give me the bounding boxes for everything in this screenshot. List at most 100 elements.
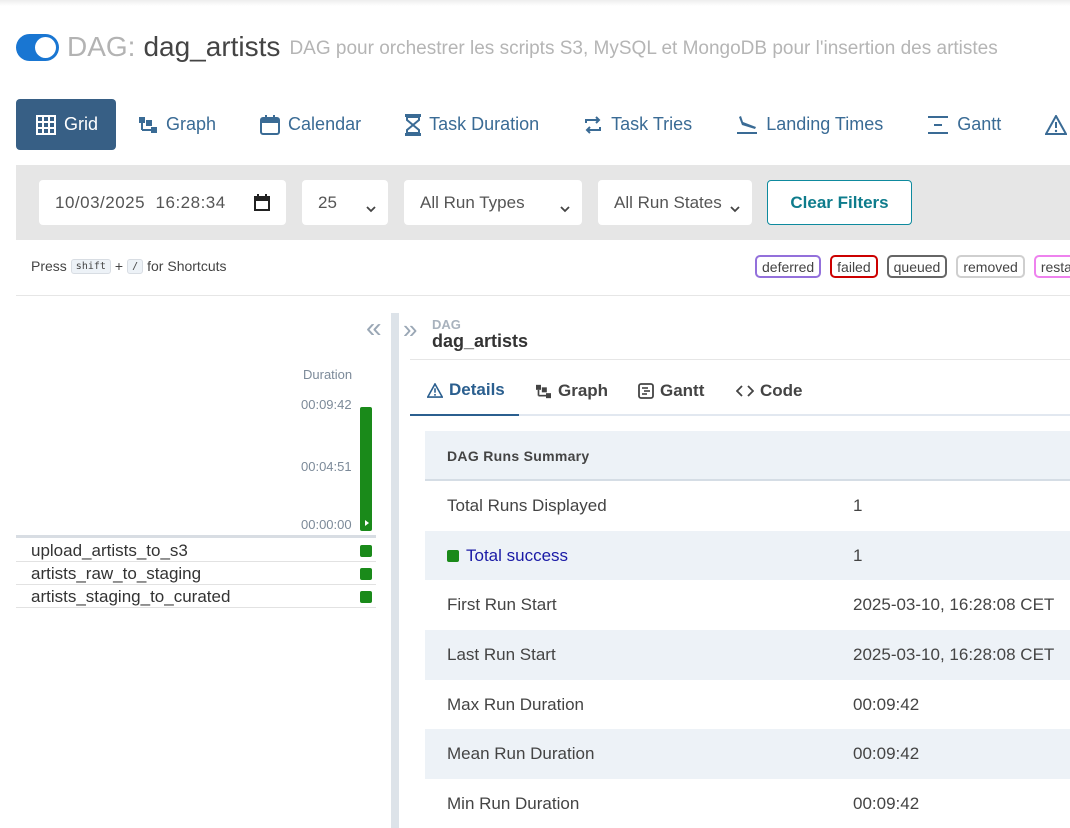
tab-task-tries[interactable]: Task Tries <box>561 99 714 150</box>
dag-prefix: DAG: <box>67 31 136 62</box>
gantt-icon <box>927 115 949 135</box>
filter-bar: 10/03/2025 16:28:34 25 All Run Types All… <box>16 165 1070 240</box>
run-state-select[interactable]: All Run States <box>598 180 752 225</box>
task-row[interactable]: artists_staging_to_curated <box>16 585 376 608</box>
tab-details-panel[interactable]: Details <box>410 366 519 416</box>
expand-details-icon[interactable]: » <box>403 316 417 342</box>
task-instance-success[interactable] <box>360 568 372 580</box>
task-instance-success[interactable] <box>360 545 372 557</box>
legend-removed[interactable]: removed <box>956 255 1025 278</box>
tab-gantt-label: Gantt <box>957 114 1002 134</box>
code-icon <box>736 385 754 397</box>
shortcuts-prefix: Press <box>31 258 67 274</box>
graph-icon <box>138 116 158 134</box>
row-label: Last Run Start <box>447 645 556 665</box>
table-row: First Run Start 2025-03-10, 16:28:08 CET <box>425 580 1070 630</box>
duration-tick-max: 00:09:42 <box>301 397 352 412</box>
duration-tick-zero: 00:00:00 <box>301 517 352 532</box>
row-value: 2025-03-10, 16:28:08 CET <box>853 645 1055 665</box>
base-date-input[interactable]: 10/03/2025 16:28:34 <box>39 180 286 225</box>
success-filter-link[interactable]: Total success <box>466 546 568 566</box>
tab-details[interactable]: De <box>1023 99 1070 150</box>
task-row[interactable]: artists_raw_to_staging <box>16 562 376 585</box>
run-duration-bar[interactable] <box>360 407 372 531</box>
collapse-grid-icon[interactable]: « <box>366 314 382 342</box>
breadcrumb-dag-name[interactable]: dag_artists <box>432 331 528 352</box>
tab-code-panel-label: Code <box>760 381 803 400</box>
shortcuts-suffix: for Shortcuts <box>147 258 227 274</box>
grid-icon <box>36 114 56 135</box>
legend-deferred[interactable]: deferred <box>755 255 822 278</box>
row-label: Mean Run Duration <box>447 744 595 764</box>
dag-runs-summary-table: DAG Runs Summary Total Runs Displayed 1 … <box>425 431 1070 828</box>
row-label: Total Runs Displayed <box>447 496 607 515</box>
shift-key: shift <box>70 258 111 274</box>
table-header: DAG Runs Summary <box>425 431 1070 481</box>
grid-header-divider <box>16 535 376 538</box>
success-state-icon <box>447 549 459 562</box>
tab-task-duration[interactable]: Task Duration <box>383 99 561 150</box>
tab-gantt[interactable]: Gantt <box>905 99 1023 150</box>
hourglass-icon <box>405 113 422 136</box>
tab-landing-times[interactable]: Landing Times <box>714 99 905 150</box>
tab-gantt-panel[interactable]: Gantt <box>638 366 704 416</box>
tab-calendar-label: Calendar <box>288 114 362 134</box>
row-value: 1 <box>853 545 863 565</box>
row-label: Total success <box>447 546 568 566</box>
tab-graph-panel[interactable]: Graph <box>535 366 608 416</box>
tab-graph-label: Graph <box>166 114 217 134</box>
chevron-down-icon <box>560 198 570 218</box>
row-value: 00:09:42 <box>853 794 920 814</box>
table-row: Total Runs Displayed 1 <box>425 481 1070 531</box>
panel-resize-divider[interactable] <box>391 313 399 828</box>
clear-filters-button[interactable]: Clear Filters <box>767 180 912 225</box>
landing-icon <box>736 115 758 135</box>
dag-description: DAG pour orchestrer les scripts S3, MySQ… <box>289 38 998 59</box>
duration-axis-title: Duration <box>303 367 353 382</box>
tab-grid-label: Grid <box>64 114 99 134</box>
tab-task-duration-label: Task Duration <box>429 114 540 134</box>
shortcuts-hint: Press shift + / for Shortcuts <box>31 258 227 274</box>
tab-gantt-panel-label: Gantt <box>660 381 705 400</box>
calendar-picker-icon[interactable] <box>254 194 270 216</box>
run-type-select[interactable]: All Run Types <box>404 180 582 225</box>
num-runs-select[interactable]: 25 <box>302 180 388 225</box>
state-legend: deferred failed queued removed restartin <box>755 255 1070 278</box>
table-row: Min Run Duration 00:09:42 <box>425 779 1070 828</box>
detail-tabs: Details Graph Gantt Code <box>410 366 1070 416</box>
page-header: DAG: dag_artists DAG pour orchestrer les… <box>16 30 998 64</box>
breadcrumb-label: DAG <box>432 317 461 332</box>
task-name[interactable]: artists_raw_to_staging <box>31 564 201 584</box>
chevron-down-icon <box>730 198 740 218</box>
dag-title: dag_artists <box>143 31 281 62</box>
task-name[interactable]: upload_artists_to_s3 <box>31 541 188 561</box>
base-date-value: 10/03/2025 16:28:34 <box>55 192 226 212</box>
toggle-knob <box>35 36 56 58</box>
dag-pause-toggle[interactable] <box>16 33 59 61</box>
legend-queued[interactable]: queued <box>886 255 948 278</box>
table-row: Last Run Start 2025-03-10, 16:28:08 CET <box>425 630 1070 680</box>
tab-task-tries-label: Task Tries <box>611 114 693 134</box>
warning-icon <box>1045 114 1068 135</box>
row-value: 00:09:42 <box>853 744 920 764</box>
num-runs-value: 25 <box>318 192 337 212</box>
tab-grid[interactable]: Grid <box>16 99 117 150</box>
row-value: 2025-03-10, 16:28:08 CET <box>853 595 1055 615</box>
legend-failed[interactable]: failed <box>830 255 878 278</box>
row-value: 1 <box>853 496 863 515</box>
task-instance-success[interactable] <box>360 591 372 603</box>
shortcuts-plus: + <box>114 258 124 274</box>
tab-graph[interactable]: Graph <box>116 99 238 150</box>
breadcrumb-divider <box>410 359 1070 360</box>
retry-icon <box>583 115 603 135</box>
separator <box>16 295 1070 296</box>
table-row: Total success 1 <box>425 530 1070 581</box>
task-row[interactable]: upload_artists_to_s3 <box>16 539 376 562</box>
tab-calendar[interactable]: Calendar <box>238 99 383 150</box>
tab-code-panel[interactable]: Code <box>736 366 803 416</box>
row-label: Max Run Duration <box>447 694 585 714</box>
task-name[interactable]: artists_staging_to_curated <box>31 587 230 607</box>
table-row: Mean Run Duration 00:09:42 <box>425 729 1070 780</box>
legend-restarting[interactable]: restartin <box>1033 255 1070 278</box>
tab-landing-times-label: Landing Times <box>766 114 884 134</box>
